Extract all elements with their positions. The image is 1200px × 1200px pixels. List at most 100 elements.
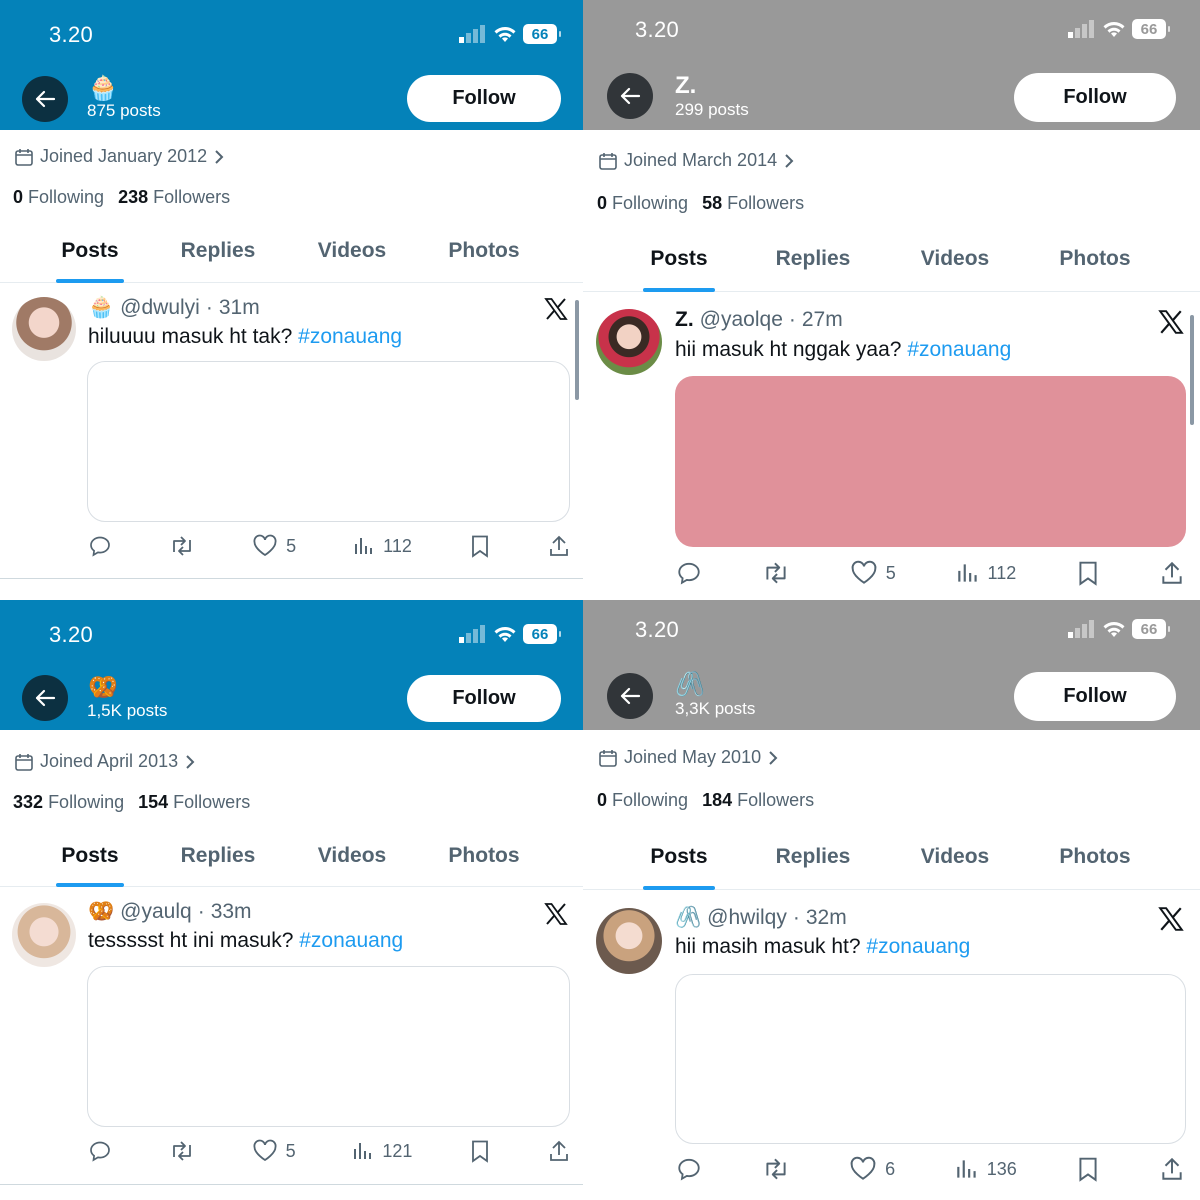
- retweet-button[interactable]: [169, 1139, 195, 1163]
- tab-videos[interactable]: Videos: [292, 830, 412, 887]
- back-button[interactable]: [607, 73, 653, 119]
- back-button[interactable]: [607, 673, 653, 719]
- author-handle[interactable]: @dwulyi: [120, 296, 200, 320]
- hashtag-link[interactable]: #zonauang: [299, 929, 403, 952]
- tweet-header: 🧁 @dwulyi · 31m: [88, 296, 260, 320]
- chevron-right-icon[interactable]: [213, 149, 225, 165]
- post-count: 875 posts: [87, 101, 161, 120]
- tweet-time[interactable]: 27m: [802, 308, 843, 332]
- views-button[interactable]: 112: [353, 534, 412, 558]
- bookmark-button[interactable]: [469, 1139, 491, 1163]
- heart-icon: [253, 1139, 277, 1162]
- follow-button[interactable]: Follow: [407, 75, 561, 122]
- followers-link[interactable]: 154 Followers: [138, 792, 250, 813]
- following-link[interactable]: 332 Following: [13, 792, 124, 813]
- follow-button[interactable]: Follow: [1014, 73, 1176, 122]
- bookmark-icon: [1079, 1157, 1097, 1182]
- tab-label: Posts: [61, 844, 119, 867]
- chevron-right-icon[interactable]: [767, 750, 779, 766]
- like-button[interactable]: 5: [850, 560, 896, 586]
- share-button[interactable]: [548, 1139, 570, 1163]
- like-button[interactable]: 5: [252, 1139, 296, 1163]
- author-name[interactable]: Z.: [675, 308, 694, 332]
- tab-posts[interactable]: Posts: [619, 232, 739, 292]
- like-button[interactable]: 5: [252, 534, 296, 558]
- tab-replies[interactable]: Replies: [753, 830, 873, 890]
- views-button[interactable]: 136: [955, 1156, 1017, 1182]
- tab-photos[interactable]: Photos: [424, 830, 544, 887]
- followers-link[interactable]: 238 Followers: [118, 187, 230, 208]
- share-button[interactable]: [1160, 1156, 1184, 1182]
- following-label: Following: [612, 193, 689, 213]
- tab-replies[interactable]: Replies: [158, 830, 278, 887]
- tab-posts[interactable]: Posts: [30, 830, 150, 887]
- hashtag-link[interactable]: #zonauang: [298, 325, 402, 348]
- media-placeholder[interactable]: [87, 966, 570, 1127]
- media-placeholder[interactable]: [675, 974, 1186, 1144]
- followers-link[interactable]: 184 Followers: [702, 790, 814, 811]
- views-button[interactable]: 112: [956, 560, 1016, 586]
- tweet[interactable]: 🧁 @dwulyi · 31m hiluuuu masuk ht tak? #z…: [0, 283, 583, 578]
- share-button[interactable]: [548, 534, 570, 558]
- tab-videos[interactable]: Videos: [895, 830, 1015, 890]
- tab-photos[interactable]: Photos: [1035, 232, 1155, 292]
- retweet-button[interactable]: [169, 534, 195, 558]
- author-handle[interactable]: @yaulq: [120, 900, 192, 924]
- retweet-icon: [766, 562, 786, 584]
- followers-link[interactable]: 58 Followers: [702, 193, 804, 214]
- separator-dot: ·: [205, 296, 213, 319]
- tweet-time[interactable]: 33m: [211, 900, 252, 924]
- tab-replies[interactable]: Replies: [753, 232, 873, 292]
- reply-button[interactable]: [88, 1139, 112, 1163]
- back-button[interactable]: [22, 76, 68, 122]
- tweet[interactable]: 🥨 @yaulq · 33m tessssst ht ini masuk? #z…: [0, 887, 583, 1185]
- tab-label: Posts: [650, 247, 708, 270]
- author-handle[interactable]: @hwilqy: [707, 906, 787, 930]
- tweet-time[interactable]: 31m: [219, 296, 260, 320]
- follow-button[interactable]: Follow: [407, 675, 561, 722]
- media-placeholder[interactable]: [87, 361, 570, 522]
- avatar[interactable]: [596, 309, 662, 375]
- tweet[interactable]: Z. @yaolqe · 27m hii masuk ht nggak yaa?…: [583, 292, 1200, 600]
- avatar[interactable]: [12, 903, 76, 967]
- back-button[interactable]: [22, 675, 68, 721]
- reply-button[interactable]: [676, 560, 702, 586]
- avatar[interactable]: [12, 297, 76, 361]
- calendar-icon: [15, 753, 33, 771]
- tab-photos[interactable]: Photos: [1035, 830, 1155, 890]
- bookmark-button[interactable]: [469, 534, 491, 558]
- following-link[interactable]: 0 Following: [597, 193, 688, 214]
- tweet-time[interactable]: 32m: [806, 906, 847, 930]
- profile-tabs: Posts Replies Videos Photos: [583, 232, 1200, 292]
- scrollbar[interactable]: [575, 300, 579, 400]
- retweet-icon: [765, 1158, 786, 1180]
- tab-photos[interactable]: Photos: [424, 226, 544, 283]
- media-image[interactable]: [675, 376, 1186, 547]
- tab-replies[interactable]: Replies: [158, 226, 278, 283]
- joined-date: Joined April 2013: [14, 751, 196, 772]
- retweet-button[interactable]: [762, 1156, 790, 1182]
- share-button[interactable]: [1160, 560, 1184, 586]
- tab-posts[interactable]: Posts: [619, 830, 739, 890]
- avatar[interactable]: [596, 908, 662, 974]
- bookmark-button[interactable]: [1076, 1156, 1100, 1182]
- author-handle[interactable]: @yaolqe: [700, 308, 783, 332]
- reply-button[interactable]: [676, 1156, 702, 1182]
- hashtag-link[interactable]: #zonauang: [866, 935, 970, 958]
- scrollbar[interactable]: [1190, 315, 1194, 425]
- follow-button[interactable]: Follow: [1014, 672, 1176, 721]
- tweet[interactable]: 🖇️ @hwilqy · 32m hii masih masuk ht? #zo…: [583, 890, 1200, 1200]
- following-link[interactable]: 0 Following: [13, 187, 104, 208]
- views-button[interactable]: 121: [352, 1139, 412, 1163]
- tab-videos[interactable]: Videos: [895, 232, 1015, 292]
- retweet-button[interactable]: [762, 560, 790, 586]
- hashtag-link[interactable]: #zonauang: [907, 338, 1011, 361]
- chevron-right-icon[interactable]: [184, 754, 196, 770]
- tab-posts[interactable]: Posts: [30, 226, 150, 283]
- following-link[interactable]: 0 Following: [597, 790, 688, 811]
- bookmark-button[interactable]: [1076, 560, 1100, 586]
- tab-videos[interactable]: Videos: [292, 226, 412, 283]
- chevron-right-icon[interactable]: [783, 153, 795, 169]
- reply-button[interactable]: [88, 534, 112, 558]
- like-button[interactable]: 6: [849, 1156, 895, 1182]
